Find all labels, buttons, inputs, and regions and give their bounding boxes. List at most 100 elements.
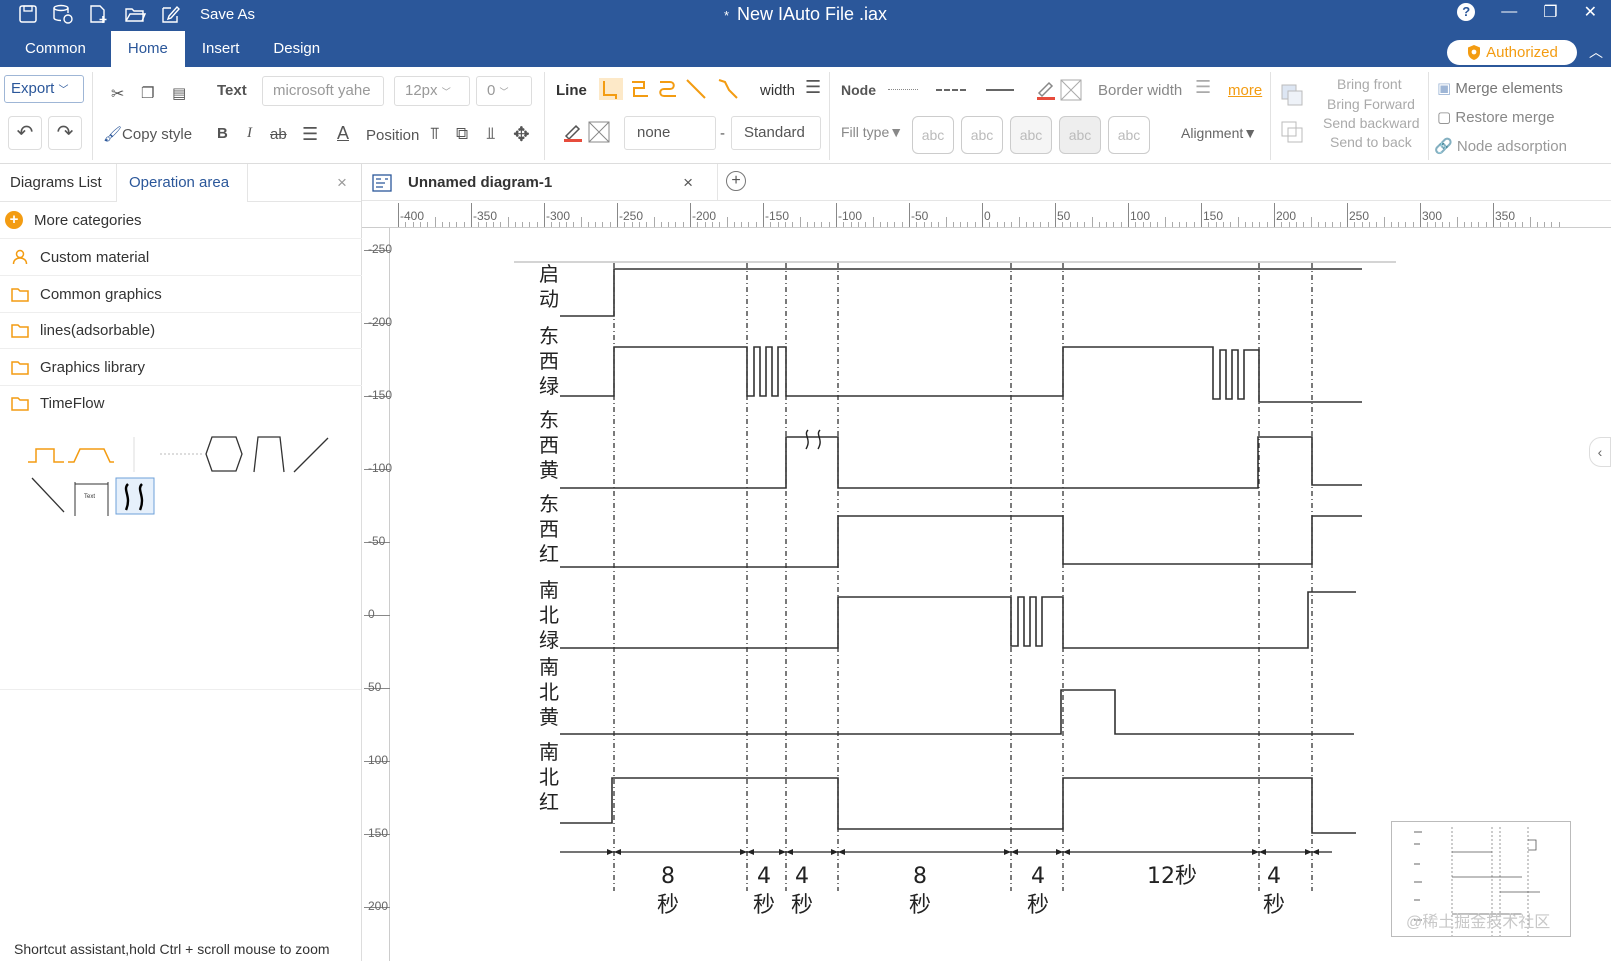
align-text-icon[interactable]: ☰ <box>302 124 318 145</box>
category-custom-material[interactable]: Custom material <box>0 239 362 276</box>
category-label: TimeFlow <box>40 395 105 412</box>
italic-button[interactable]: I <box>247 125 252 142</box>
break-symbol-shape[interactable] <box>115 477 155 515</box>
elbow-line-icon[interactable] <box>628 77 652 101</box>
close-window-button[interactable]: ✕ <box>1584 2 1597 22</box>
plus-icon: + <box>731 172 741 189</box>
line-color-icon[interactable] <box>563 121 583 143</box>
bring-forward-button[interactable]: Bring Forward <box>1327 96 1415 112</box>
merge-elements-button[interactable]: ▣ Merge elements <box>1437 79 1563 97</box>
tab-common[interactable]: Common <box>0 31 111 67</box>
trapezoid-shape[interactable] <box>253 436 285 473</box>
font-color-button[interactable]: A <box>337 123 349 144</box>
paste-icon[interactable]: ▤ <box>172 84 186 102</box>
category-common-graphics[interactable]: Common graphics <box>0 276 362 313</box>
restore-merge-button[interactable]: ▢ Restore merge <box>1437 108 1555 126</box>
position-label: Position <box>366 127 420 144</box>
font-size-select[interactable]: 12px ﹀ <box>394 76 470 106</box>
straight-line-icon[interactable] <box>684 77 708 101</box>
layer-back-icon[interactable] <box>1280 120 1304 144</box>
bold-button[interactable]: B <box>217 125 228 142</box>
restore-button[interactable]: ❐ <box>1543 2 1557 22</box>
square-pulse-shape[interactable] <box>28 448 64 463</box>
document-tab[interactable]: Unnamed diagram-1 × <box>362 164 718 201</box>
send-to-back-button[interactable]: Send to back <box>1330 134 1412 150</box>
category-graphics-library[interactable]: Graphics library <box>0 349 362 386</box>
style-preset-5[interactable]: abc <box>1108 116 1150 154</box>
copy-icon[interactable]: ❐ <box>141 84 154 102</box>
no-fill-icon[interactable] <box>588 121 610 143</box>
diagonal-line-shape[interactable] <box>293 437 329 473</box>
line-style-select[interactable]: Standard <box>731 116 821 150</box>
dotted-border-option[interactable] <box>888 89 918 90</box>
hexagon-shape[interactable] <box>205 436 243 472</box>
category-label: Graphics library <box>40 358 146 376</box>
solid-border-option[interactable] <box>986 89 1014 91</box>
back-diagonal-shape[interactable] <box>31 477 65 513</box>
category-timeflow[interactable]: TimeFlow <box>0 385 362 422</box>
text-bracket-shape[interactable]: Text <box>74 482 109 516</box>
chevron-down-icon: ﹀ <box>499 87 509 97</box>
link-icon: 🔗 <box>1434 138 1453 155</box>
style-preset-4[interactable]: abc <box>1059 116 1101 154</box>
minimize-button[interactable]: — <box>1501 3 1517 21</box>
line-fill-select[interactable]: none <box>624 116 716 150</box>
align-top-icon[interactable]: ⫪ <box>430 124 440 144</box>
cut-icon[interactable]: ✂ <box>111 84 124 104</box>
close-tab-button[interactable]: × <box>683 173 693 193</box>
category-more[interactable]: + More categories <box>0 202 362 239</box>
more-link[interactable]: more <box>1228 82 1262 99</box>
arrow-head <box>838 849 845 855</box>
bring-front-button[interactable]: Bring front <box>1337 76 1402 92</box>
side-panel-toggle[interactable]: ‹ <box>1589 437 1611 467</box>
export-dropdown[interactable]: Export ﹀ <box>4 75 84 103</box>
copy-style-button[interactable]: 🖌Copy style <box>103 125 192 143</box>
signal-label: 红 <box>539 542 559 566</box>
arrow-head <box>779 849 786 855</box>
authorized-badge[interactable]: Authorized <box>1447 40 1577 65</box>
freeform-line-icon[interactable] <box>716 77 742 101</box>
dash-separator: - <box>720 125 725 142</box>
align-center-icon[interactable]: ⧉ <box>456 124 468 144</box>
font-family-select[interactable]: microsoft yahe <box>262 76 384 106</box>
style-preset-1[interactable]: abc <box>912 116 954 154</box>
node-adsorption-button[interactable]: 🔗 Node adsorption <box>1434 137 1567 155</box>
folder-icon <box>0 287 40 302</box>
border-width-icon[interactable]: ☰ <box>1195 77 1211 98</box>
letter-spacing-select[interactable]: 0 ﹀ <box>476 76 532 106</box>
undo-button[interactable]: ↶ <box>8 116 42 150</box>
border-color-icon[interactable] <box>1036 79 1056 101</box>
signal-waveform <box>560 268 1362 317</box>
trapezoid-pulse-shape[interactable] <box>68 448 114 463</box>
close-panel-button[interactable]: × <box>337 164 347 202</box>
line-width-icon[interactable]: ☰ <box>805 77 821 98</box>
tab-design[interactable]: Design <box>256 31 337 67</box>
collapse-ribbon-button[interactable]: ︿ <box>1589 42 1603 62</box>
break-symbol <box>805 429 821 450</box>
fill-type-dropdown[interactable]: Fill type▼ <box>841 124 903 140</box>
tab-operation-area[interactable]: Operation area <box>116 164 248 202</box>
document-tab-bar: Unnamed diagram-1 × + <box>362 164 1611 201</box>
alignment-dropdown[interactable]: Alignment▼ <box>1181 125 1257 141</box>
tab-home[interactable]: Home <box>110 31 185 67</box>
duration-label: 4 <box>1031 864 1045 889</box>
style-preset-3[interactable]: abc <box>1010 116 1052 154</box>
help-icon[interactable]: ? <box>1457 3 1476 21</box>
border-fill-icon[interactable] <box>1060 79 1082 101</box>
strikethrough-button[interactable]: ab <box>270 126 287 143</box>
redo-button[interactable]: ↷ <box>48 116 82 150</box>
category-lines[interactable]: lines(adsorbable) <box>0 312 362 349</box>
curve-line-icon[interactable] <box>656 77 680 101</box>
orthogonal-line-icon[interactable] <box>598 77 624 101</box>
tab-diagrams-list[interactable]: Diagrams List <box>10 164 102 202</box>
move-icon[interactable]: ✥ <box>513 122 530 147</box>
style-preset-2[interactable]: abc <box>961 116 1003 154</box>
arrow-head <box>1252 849 1259 855</box>
tab-insert[interactable]: Insert <box>185 31 257 67</box>
layer-front-icon[interactable] <box>1280 83 1304 107</box>
arrow-head <box>1004 849 1011 855</box>
dashed-border-option[interactable] <box>936 89 966 91</box>
align-bottom-icon[interactable]: ⫫ <box>486 124 496 144</box>
add-tab-button[interactable]: + <box>726 171 746 191</box>
send-backward-button[interactable]: Send backward <box>1323 115 1420 131</box>
